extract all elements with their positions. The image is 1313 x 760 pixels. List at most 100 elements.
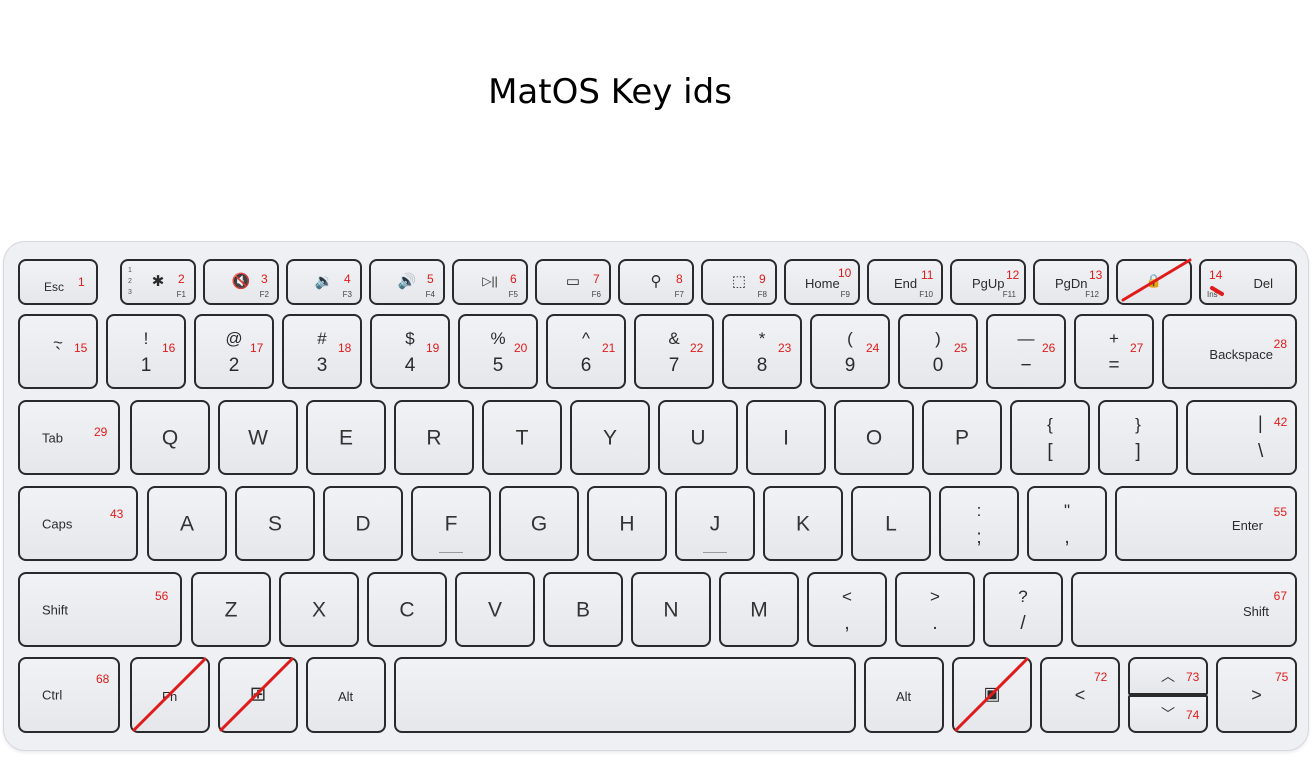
key-period[interactable]: > . [895,572,975,647]
key-comma[interactable]: < , [807,572,887,647]
key-q[interactable]: Q [130,400,210,475]
key-left-shift[interactable]: Shift 56 [18,572,182,647]
key-w[interactable]: W [218,400,298,475]
key-pgdn[interactable]: PgDn F12 13 [1033,259,1109,305]
key-o[interactable]: O [834,400,914,475]
key-del[interactable]: Del Ins 14 [1199,259,1297,305]
key-6[interactable]: ^ 6 21 [546,314,626,389]
key-right-alt[interactable]: Alt [864,657,944,733]
key-y[interactable]: Y [570,400,650,475]
page-title: MatOS Key ids [488,72,732,112]
key-label: 3 [316,355,328,376]
key-arrow-down[interactable]: ﹀ 74 [1128,695,1208,733]
key-3[interactable]: # 3 18 [282,314,362,389]
key-g[interactable]: G [499,486,579,561]
key-f3[interactable]: 🔉 F3 4 [286,259,362,305]
key-right-shift[interactable]: Shift 67 [1071,572,1297,647]
key-windows[interactable]: ⊞ [218,657,298,733]
key-left-alt[interactable]: Alt [306,657,386,733]
key-f5[interactable]: ▷|| F5 6 [452,259,528,305]
key-label: A [179,512,194,535]
key-8[interactable]: * 8 23 [722,314,802,389]
key-z[interactable]: Z [191,572,271,647]
key-1[interactable]: ! 1 16 [106,314,186,389]
key-caps[interactable]: Caps 43 [18,486,138,561]
key-id: 7 [593,272,600,286]
key-k[interactable]: K [763,486,843,561]
key-u[interactable]: U [658,400,738,475]
key-h[interactable]: H [587,486,667,561]
key-right-bracket[interactable]: } ] [1098,400,1178,475]
key-home[interactable]: Home F9 10 [784,259,860,305]
key-n[interactable]: N [631,572,711,647]
key-backspace[interactable]: Backspace 28 [1162,314,1297,389]
fn-sublabel: F4 [425,290,435,299]
key-label: PgDn [1055,276,1088,291]
key-slash[interactable]: ? / [983,572,1063,647]
key-end[interactable]: End F10 11 [867,259,943,305]
key-i[interactable]: I [746,400,826,475]
key-e[interactable]: E [306,400,386,475]
key-id: 25 [954,341,968,355]
key-arrow-right[interactable]: > 75 [1216,657,1297,733]
key-f6[interactable]: ▭ F6 7 [535,259,611,305]
key-arrow-left[interactable]: < 72 [1040,657,1120,733]
key-id: 72 [1094,670,1108,684]
key-s[interactable]: S [235,486,315,561]
fn-sublabel: F3 [342,290,352,299]
key-backtick[interactable]: ~ ` 15 [18,314,98,389]
key-c[interactable]: C [367,572,447,647]
fn-sublabel: F11 [1002,290,1016,299]
key-j[interactable]: J [675,486,755,561]
ins-sublabel: Ins [1207,290,1218,299]
key-d[interactable]: D [323,486,403,561]
key-v[interactable]: V [455,572,535,647]
key-backslash[interactable]: | \ 42 [1186,400,1297,475]
key-f7[interactable]: ⚲ F7 8 [618,259,694,305]
key-r[interactable]: R [394,400,474,475]
key-f[interactable]: F [411,486,491,561]
key-x[interactable]: X [279,572,359,647]
key-tab[interactable]: Tab 29 [18,400,120,475]
key-enter[interactable]: Enter 55 [1115,486,1297,561]
key-space[interactable] [394,657,856,733]
key-l[interactable]: L [851,486,931,561]
key-arrow-up[interactable]: ︿ 73 [1128,657,1208,695]
key-ctrl[interactable]: Ctrl 68 [18,657,120,733]
fn-sublabel: F6 [591,290,601,299]
key-f1[interactable]: 123 ✱ F1 2 [120,259,196,305]
key-left-bracket[interactable]: { [ [1010,400,1090,475]
key-f4[interactable]: 🔊 F4 5 [369,259,445,305]
key-t[interactable]: T [482,400,562,475]
key-2[interactable]: @ 2 17 [194,314,274,389]
key-equal[interactable]: + = 27 [1074,314,1154,389]
key-5[interactable]: % 5 20 [458,314,538,389]
key-9[interactable]: ( 9 24 [810,314,890,389]
key-lock[interactable]: 🔒 [1116,259,1192,305]
key-label: 7 [668,355,680,376]
key-semicolon[interactable]: : ; [939,486,1019,561]
key-label: Y [602,426,617,449]
key-f8[interactable]: ⬚ F8 9 [701,259,777,305]
key-label: M [750,598,768,621]
key-quote[interactable]: " , [1027,486,1107,561]
key-esc[interactable]: Esc 1 [18,259,98,305]
key-4[interactable]: $ 4 19 [370,314,450,389]
key-label: < [1074,685,1086,705]
key-m[interactable]: M [719,572,799,647]
key-label: B [575,598,590,621]
key-minus[interactable]: — − 26 [986,314,1066,389]
key-p[interactable]: P [922,400,1002,475]
key-id: 24 [866,341,880,355]
key-0[interactable]: ) 0 25 [898,314,978,389]
key-fn[interactable]: Fn [130,657,210,733]
key-pgup[interactable]: PgUp F11 12 [950,259,1026,305]
key-a[interactable]: A [147,486,227,561]
key-7[interactable]: & 7 22 [634,314,714,389]
key-label: = [1108,355,1120,376]
key-f2[interactable]: 🔇 F2 3 [203,259,279,305]
key-label: Backspace [1209,347,1273,362]
key-copilot[interactable]: ▣ [952,657,1032,733]
key-b[interactable]: B [543,572,623,647]
key-label: 5 [492,355,504,376]
